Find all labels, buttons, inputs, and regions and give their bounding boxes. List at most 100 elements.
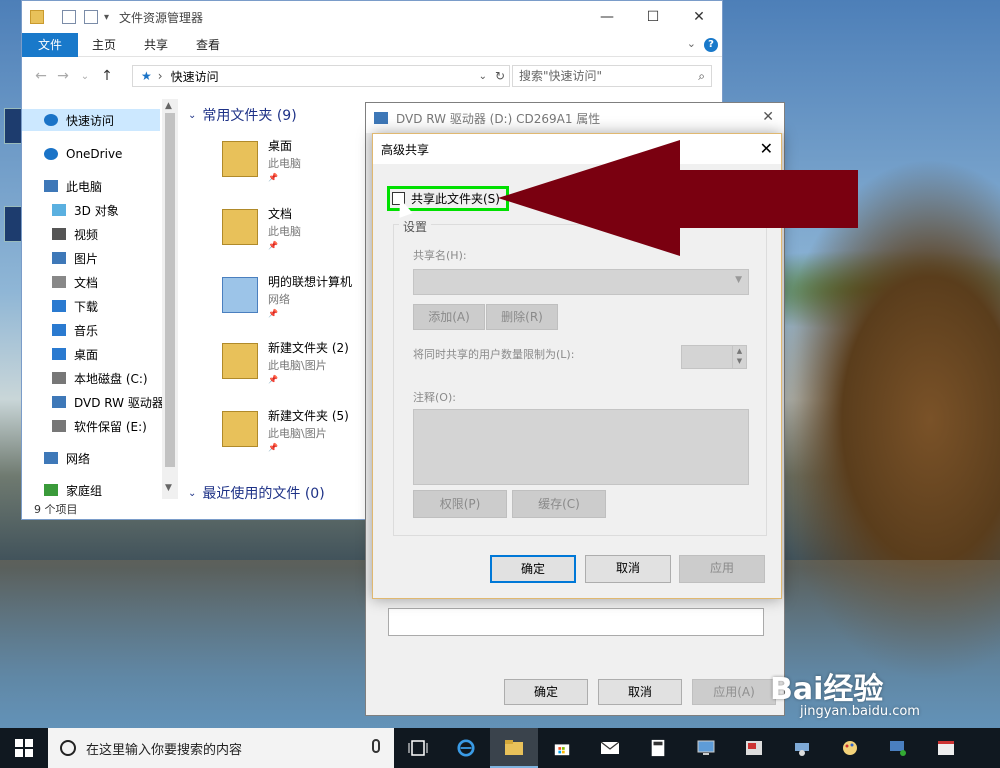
sidebar-item[interactable]: 本地磁盘 (C:) [52, 367, 148, 389]
sidebar-item[interactable]: 网络 [44, 447, 90, 469]
cancel-button[interactable]: 取消 [585, 555, 671, 583]
search-input[interactable]: 搜索"快速访问" ⌕ [512, 65, 712, 87]
user-limit-spinner[interactable]: ▲ ▼ [681, 345, 747, 369]
drive-icon [52, 420, 66, 432]
ok-button[interactable]: 确定 [504, 679, 588, 705]
frequent-folders-header[interactable]: ⌄ 常用文件夹 (9) [188, 105, 297, 125]
pin-icon[interactable]: 📌 [268, 241, 278, 250]
sidebar-item[interactable]: 文档 [52, 271, 98, 293]
baidu-watermark-url: jingyan.baidu.com [800, 704, 920, 719]
close-button[interactable]: ✕ [762, 109, 774, 125]
remove-button[interactable]: 删除(R) [486, 304, 558, 330]
desktop-shortcut-icon[interactable] [4, 206, 22, 242]
sidebar-item[interactable]: 此电脑 [44, 175, 102, 197]
sidebar-item[interactable]: DVD RW 驱动器 [52, 391, 164, 413]
recent-files-header[interactable]: ⌄ 最近使用的文件 (0) [188, 483, 325, 503]
back-button[interactable]: ← [30, 68, 52, 84]
pinned-app-button[interactable] [682, 728, 730, 768]
store-button[interactable] [538, 728, 586, 768]
computer-icon [44, 180, 58, 192]
scrollbar-thumb[interactable] [165, 113, 175, 467]
ok-button[interactable]: 确定 [490, 555, 576, 583]
desktop-shortcut-icon[interactable] [4, 108, 22, 144]
sidebar-item[interactable]: 视频 [52, 223, 98, 245]
tab-share[interactable]: 共享 [130, 33, 182, 57]
comment-label: 注释(O): [413, 391, 456, 404]
scroll-down-icon[interactable]: ▼ [165, 483, 172, 493]
remote-desktop-icon [890, 741, 906, 756]
mail-icon [600, 741, 620, 754]
pin-icon[interactable]: 📌 [268, 375, 278, 384]
sidebar-item[interactable]: 家庭组 [44, 479, 102, 501]
tab-home[interactable]: 主页 [78, 33, 130, 57]
edge-icon [457, 739, 475, 757]
sidebar-item[interactable]: 桌面 [52, 343, 98, 365]
sidebar-item[interactable]: OneDrive [44, 143, 122, 165]
pinned-app-button[interactable] [874, 728, 922, 768]
cube-icon [52, 204, 66, 216]
taskbar-search-input[interactable]: 在这里输入你要搜索的内容 [48, 728, 394, 768]
sidebar-item[interactable]: 图片 [52, 247, 98, 269]
tab-file[interactable]: 文件 [22, 32, 78, 57]
cloud-icon [44, 148, 58, 160]
folder-icon [222, 141, 258, 177]
maximize-button[interactable]: ☐ [630, 1, 676, 33]
chevron-right-icon[interactable]: › [158, 69, 163, 83]
sidebar-item[interactable]: 下载 [52, 295, 98, 317]
microphone-icon[interactable] [372, 739, 380, 753]
edge-browser-button[interactable] [442, 728, 490, 768]
sidebar-item[interactable]: 快速访问 [22, 109, 160, 131]
comment-field[interactable] [413, 409, 749, 485]
scroll-up-icon[interactable]: ▲ [165, 101, 172, 111]
add-button[interactable]: 添加(A) [413, 304, 485, 330]
share-name-select[interactable]: ▼ [413, 269, 749, 295]
chevron-down-icon: ⌄ [188, 109, 197, 121]
new-folder-icon[interactable] [84, 10, 98, 24]
sidebar-item[interactable]: 软件保留 (E:) [52, 415, 147, 437]
permissions-button[interactable]: 权限(P) [413, 490, 507, 518]
up-button[interactable]: ↑ [96, 68, 118, 84]
start-button[interactable] [0, 728, 48, 768]
tile-location: 此电脑\图片 [268, 359, 327, 372]
properties-icon[interactable] [62, 10, 76, 24]
refresh-icon[interactable]: ↻ [495, 69, 505, 83]
sidebar-item-label: 快速访问 [66, 113, 115, 128]
nav-scrollbar[interactable]: ▲ ▼ [162, 99, 178, 499]
pin-icon[interactable]: 📌 [268, 173, 278, 182]
task-view-button[interactable] [394, 728, 442, 768]
address-bar-row: ← → ⌄ ↑ ★ › 快速访问 ⌄ ↻ 搜索"快速访问" ⌕ [22, 61, 722, 91]
chevron-down-icon[interactable]: ⌄ [479, 71, 487, 82]
pinned-app-button[interactable] [778, 728, 826, 768]
tab-view[interactable]: 查看 [182, 33, 234, 57]
apply-button[interactable]: 应用 [679, 555, 765, 583]
tile-location: 网络 [268, 293, 290, 306]
address-field[interactable]: ★ › 快速访问 ⌄ ↻ [132, 65, 510, 87]
sidebar-item[interactable]: 3D 对象 [52, 199, 119, 221]
sidebar-item-label: 网络 [66, 451, 91, 466]
close-button[interactable]: ✕ [676, 1, 722, 33]
calculator-button[interactable] [634, 728, 682, 768]
help-icon[interactable]: ? [704, 38, 718, 52]
mail-button[interactable] [586, 728, 634, 768]
customize-toolbar-icon[interactable]: ▾ [104, 12, 109, 23]
recent-locations-button[interactable]: ⌄ [74, 71, 96, 82]
cache-button[interactable]: 缓存(C) [512, 490, 606, 518]
pinned-app-button[interactable] [826, 728, 874, 768]
expand-ribbon-icon[interactable]: ⌄ [687, 37, 696, 50]
minimize-button[interactable]: — [584, 1, 630, 33]
pinned-app-button[interactable] [922, 728, 970, 768]
cancel-button[interactable]: 取消 [598, 679, 682, 705]
pin-icon[interactable]: 📌 [268, 309, 278, 318]
apply-button[interactable]: 应用(A) [692, 679, 776, 705]
sidebar-item[interactable]: 音乐 [52, 319, 98, 341]
cortana-icon[interactable] [60, 740, 76, 756]
pin-icon[interactable]: 📌 [268, 443, 278, 452]
video-icon [52, 228, 66, 240]
file-explorer-taskbar-button[interactable] [490, 728, 538, 768]
sidebar-item-label: 软件保留 (E:) [74, 419, 147, 434]
spinner-arrows-icon[interactable]: ▲ ▼ [732, 346, 746, 368]
forward-button[interactable]: → [52, 68, 74, 84]
pinned-app-button[interactable] [730, 728, 778, 768]
folder-icon [222, 343, 258, 379]
folder-icon [30, 10, 44, 24]
